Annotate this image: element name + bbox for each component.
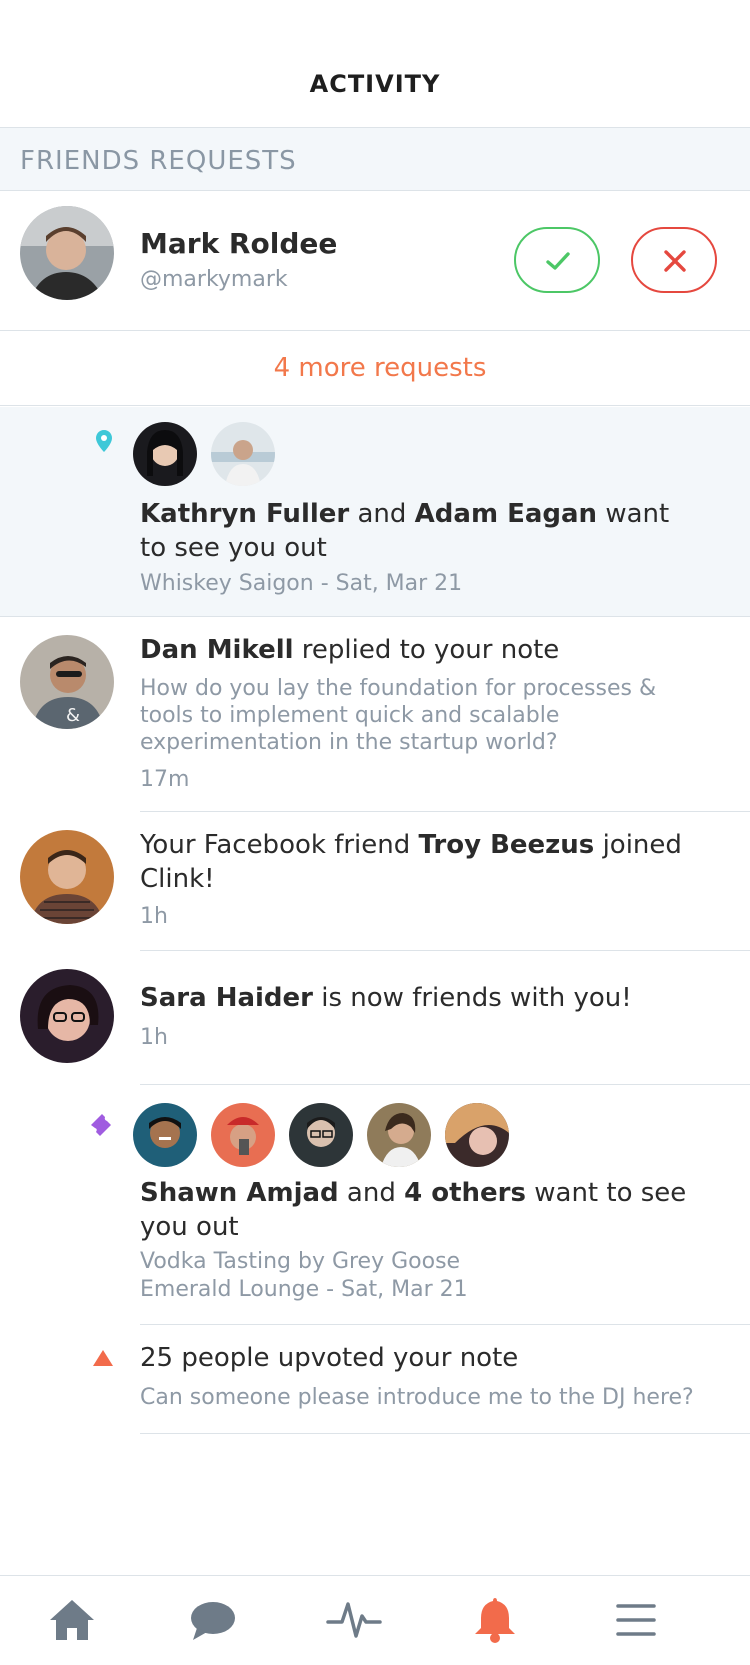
bottom-tab-bar (0, 1575, 750, 1665)
event-text: Shawn Amjad and 4 others want to see you… (140, 1178, 687, 1242)
top-bar: ACTIVITY (0, 0, 750, 128)
timestamp: 17m (140, 767, 190, 792)
avatar[interactable] (133, 422, 197, 486)
avatar[interactable] (445, 1103, 509, 1167)
avatar[interactable] (367, 1103, 431, 1167)
event-title: Vodka Tasting by Grey Goose (140, 1249, 461, 1274)
others-link[interactable]: 4 others (404, 1178, 526, 1208)
avatar[interactable] (211, 1103, 275, 1167)
more-requests-row[interactable]: 4 more requests (0, 331, 750, 406)
event-venue: Emerald Lounge - Sat, Mar 21 (140, 1277, 468, 1302)
avatar[interactable] (211, 422, 275, 486)
friend-requests-header: FRIENDS REQUESTS (0, 128, 750, 191)
chat-bubble-icon (191, 1602, 235, 1640)
avatar[interactable] (289, 1103, 353, 1167)
request-handle: @markymark (140, 267, 288, 292)
feed-item-friends[interactable]: Sara Haider is now friends with you! 1h (0, 951, 750, 1085)
friends-text: Sara Haider is now friends with you! (140, 983, 632, 1013)
svg-text:&: & (66, 705, 80, 726)
timestamp: 1h (140, 904, 168, 929)
joined-text: Your Facebook friend Troy Beezus joined … (140, 830, 682, 894)
avatar[interactable]: & (20, 635, 114, 729)
avatar[interactable] (20, 830, 114, 924)
feed-item-upvote[interactable]: 25 people upvoted your note Can someone … (0, 1325, 750, 1434)
checkmark-icon (546, 252, 570, 270)
feed-item-joined[interactable]: Your Facebook friend Troy Beezus joined … (0, 812, 750, 951)
feed-item-event[interactable]: Shawn Amjad and 4 others want to see you… (0, 1085, 750, 1325)
tab-home[interactable] (42, 1594, 102, 1644)
ticket-icon (91, 1114, 111, 1136)
feed-item-reply[interactable]: & Dan Mikell replied to your note How do… (0, 617, 750, 812)
upvote-text: 25 people upvoted your note (140, 1343, 519, 1373)
timestamp: 1h (140, 1025, 168, 1050)
tab-notifications[interactable] (465, 1594, 525, 1644)
meetup-detail: Whiskey Saigon - Sat, Mar 21 (140, 571, 463, 596)
note-preview[interactable]: Can someone please introduce me to the D… (140, 1383, 740, 1412)
reject-button[interactable] (631, 227, 717, 293)
avatar[interactable] (20, 206, 114, 300)
section-title: FRIENDS REQUESTS (20, 146, 297, 176)
page-title: ACTIVITY (309, 70, 441, 98)
friend-request-row: Mark Roldee @markymark (0, 191, 750, 331)
tab-menu[interactable] (606, 1594, 666, 1644)
upvote-triangle-icon (93, 1350, 113, 1366)
reply-text: Dan Mikell replied to your note (140, 635, 560, 665)
activity-pulse-icon (326, 1602, 382, 1638)
request-name[interactable]: Mark Roldee (140, 227, 337, 260)
bell-icon (475, 1598, 515, 1643)
close-icon (664, 250, 686, 272)
tab-activity[interactable] (324, 1594, 384, 1644)
user-name[interactable]: Troy Beezus (419, 830, 595, 860)
user-name[interactable]: Sara Haider (140, 983, 313, 1013)
home-icon (50, 1600, 94, 1640)
meetup-text: Kathryn Fuller and Adam Eagan want to se… (140, 499, 670, 563)
user-name[interactable]: Kathryn Fuller (140, 499, 349, 529)
user-name[interactable]: Shawn Amjad (140, 1178, 339, 1208)
accept-button[interactable] (514, 227, 600, 293)
divider (140, 1433, 750, 1434)
user-name[interactable]: Dan Mikell (140, 635, 294, 665)
user-name[interactable]: Adam Eagan (415, 499, 597, 529)
menu-icon (616, 1604, 656, 1636)
avatar[interactable] (20, 969, 114, 1063)
note-preview[interactable]: How do you lay the foundation for proces… (140, 675, 660, 756)
location-pin-icon (96, 430, 112, 452)
tab-messages[interactable] (183, 1594, 243, 1644)
more-requests-link[interactable]: 4 more requests (0, 353, 750, 383)
avatar[interactable] (133, 1103, 197, 1167)
feed-item-meetup[interactable]: Kathryn Fuller and Adam Eagan want to se… (0, 407, 750, 617)
